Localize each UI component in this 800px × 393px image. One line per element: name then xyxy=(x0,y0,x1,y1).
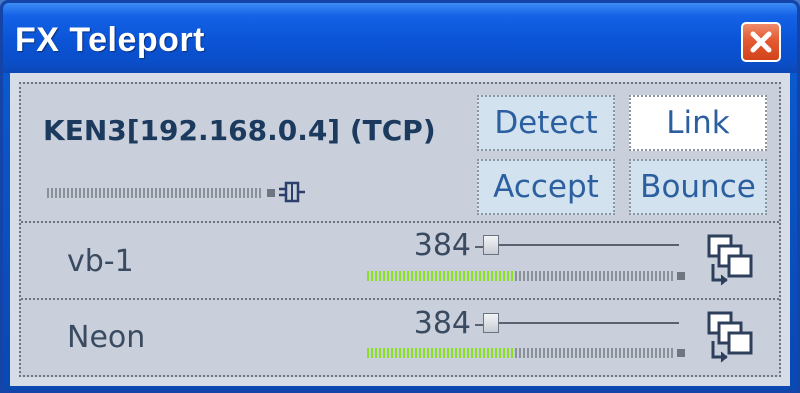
detect-button[interactable]: Detect xyxy=(477,95,615,151)
channel-meter-end xyxy=(677,349,685,357)
channel-meter-end xyxy=(677,272,685,280)
channel-name-neon: Neon xyxy=(67,320,146,355)
channel-slider-neon[interactable] xyxy=(483,322,679,324)
channel-meter-neon xyxy=(367,348,673,358)
section-divider xyxy=(21,221,779,223)
channel-meter-level-neon xyxy=(367,348,515,358)
channel-slider-vb-1[interactable] xyxy=(483,244,679,246)
connection-meter xyxy=(47,188,261,198)
slider-dash xyxy=(475,246,483,248)
accept-button[interactable]: Accept xyxy=(477,159,615,215)
channel-divider xyxy=(21,298,779,300)
plug-icon[interactable] xyxy=(279,180,305,204)
connection-label: KEN3[192.168.0.4] (TCP) xyxy=(43,114,436,147)
channel-slider-thumb-neon[interactable] xyxy=(483,313,499,333)
channel-name-vb-1: vb-1 xyxy=(67,244,134,279)
window-title: FX Teleport xyxy=(15,21,205,59)
channel-meter-vb-1 xyxy=(367,271,673,281)
bounce-button[interactable]: Bounce xyxy=(629,159,767,215)
client-area: KEN3[192.168.0.4] (TCP) Detect Link Acce… xyxy=(10,73,790,386)
fx-teleport-window: FX Teleport KEN3[192.168.0.4] (TCP) Dete… xyxy=(0,0,800,393)
channel-meter-level-vb-1 xyxy=(367,271,515,281)
link-button[interactable]: Link xyxy=(629,95,767,151)
slider-dash xyxy=(475,324,483,326)
channel-value-neon: 384 xyxy=(413,306,471,341)
close-button[interactable] xyxy=(741,22,781,62)
channel-value-vb-1: 384 xyxy=(413,228,471,263)
connection-meter-end xyxy=(267,189,275,197)
route-windows-icon[interactable] xyxy=(707,311,757,363)
teleport-panel: KEN3[192.168.0.4] (TCP) Detect Link Acce… xyxy=(19,82,781,377)
channel-slider-thumb-vb-1[interactable] xyxy=(483,235,499,255)
title-bar[interactable]: FX Teleport xyxy=(3,3,797,73)
close-x-icon xyxy=(750,31,772,53)
route-windows-icon[interactable] xyxy=(707,234,757,286)
